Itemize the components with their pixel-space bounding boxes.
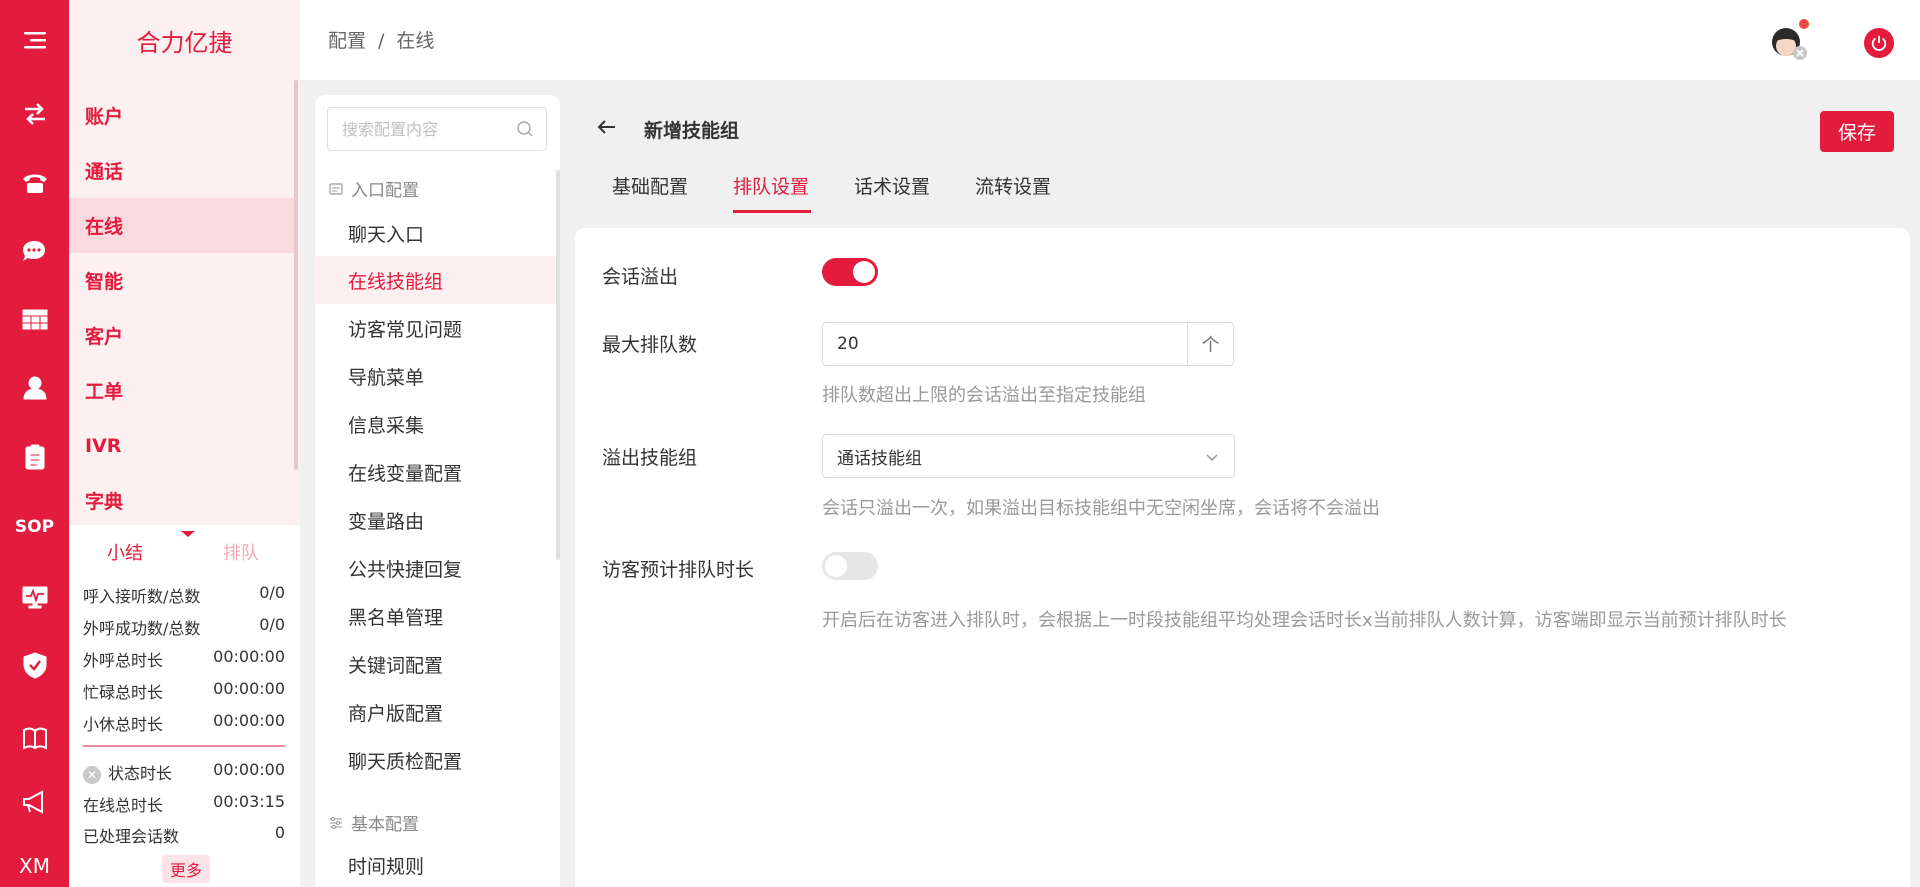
overflow-label: 会话溢出 (602, 266, 679, 288)
stat-row: 小休总时长 00:00:00 (83, 711, 285, 734)
collapse-caret-icon[interactable] (181, 531, 195, 537)
eta-toggle[interactable] (822, 552, 878, 580)
xm-label: XM (19, 854, 50, 878)
config-item-faq[interactable]: 访客常见问题 (315, 304, 555, 352)
save-button[interactable]: 保存 (1820, 111, 1894, 152)
sop-icon[interactable]: SOP (0, 507, 69, 547)
config-item-nav-menu[interactable]: 导航菜单 (315, 352, 555, 400)
page-title: 新增技能组 (644, 120, 740, 142)
stepper-button[interactable]: 个 (1187, 323, 1233, 365)
stat-row: 在线总时长 00:03:15 (83, 792, 285, 815)
stat-row: 呼入接听数/总数 0/0 (83, 583, 285, 606)
nav-item-account[interactable]: 账户 (69, 88, 294, 143)
config-item-chat-qc[interactable]: 聊天质检配置 (315, 736, 555, 784)
config-search[interactable] (327, 107, 547, 151)
nav-item-ivr[interactable]: IVR (69, 418, 294, 473)
chat-icon[interactable] (0, 232, 69, 272)
chevron-down-icon (1204, 449, 1220, 470)
breadcrumb-separator: / (378, 30, 385, 52)
toggle-knob (853, 261, 875, 283)
section-basic-config: 基本配置 (329, 810, 419, 835)
megaphone-icon[interactable] (0, 782, 69, 822)
module-nav: 账户 通话 在线 智能 客户 工单 IVR 字典 (69, 88, 294, 528)
active-tab-indicator (733, 210, 811, 213)
section-entry-config: 入口配置 (329, 176, 419, 201)
agent-avatar[interactable] (1766, 18, 1810, 62)
config-nav-scrollbar[interactable] (556, 170, 560, 560)
breadcrumb-online: 在线 (396, 30, 435, 52)
stat-row: 外呼总时长 00:00:00 (83, 647, 285, 670)
shield-icon[interactable] (0, 645, 69, 685)
config-item-chat-entry[interactable]: 聊天入口 (315, 209, 555, 257)
stat-row: 忙碌总时长 00:00:00 (83, 679, 285, 702)
stats-divider (83, 745, 285, 747)
tab-flow[interactable]: 流转设置 (975, 172, 1051, 199)
stat-row: 已处理会话数 0 (83, 823, 285, 846)
stat-row: ✕ 状态时长 00:00:00 (83, 760, 285, 784)
stat-row: 外呼成功数/总数 0/0 (83, 615, 285, 638)
nav-item-ticket[interactable]: 工单 (69, 363, 294, 418)
eta-label: 访客预计排队时长 (602, 559, 755, 581)
form-card (575, 228, 1910, 887)
config-item-time-rules[interactable]: 时间规则 (315, 841, 555, 887)
nav-item-call[interactable]: 通话 (69, 143, 294, 198)
menu-icon[interactable] (0, 20, 69, 60)
status-x-icon: ✕ (83, 766, 101, 784)
config-item-online-skill-group[interactable]: 在线技能组 (315, 256, 555, 304)
overflow-group-select[interactable]: 通话技能组 (822, 434, 1235, 478)
top-bar (300, 0, 1920, 80)
power-icon[interactable] (1864, 28, 1894, 58)
config-nav: 入口配置 聊天入口 在线技能组 访客常见问题 导航菜单 信息采集 在线变量配置 … (315, 95, 560, 887)
nav-item-smart[interactable]: 智能 (69, 253, 294, 308)
nav-item-dictionary[interactable]: 字典 (69, 473, 294, 528)
user-icon[interactable] (0, 368, 69, 408)
breadcrumb-config[interactable]: 配置 (328, 30, 366, 52)
config-item-blacklist[interactable]: 黑名单管理 (315, 592, 555, 640)
stats-panel: 小结 排队 呼入接听数/总数 0/0 外呼成功数/总数 0/0 外呼总时长 00:00… (69, 525, 300, 887)
clipboard-icon[interactable] (0, 437, 69, 477)
max-queue-label: 最大排队数 (602, 334, 698, 356)
overflow-group-hint: 会话只溢出一次，如果溢出目标技能组中无空闲坐席，会话将不会溢出 (822, 498, 1380, 519)
sop-label: SOP (14, 517, 55, 537)
config-item-var-routing[interactable]: 变量路由 (315, 496, 555, 544)
xm-logo: XM (0, 846, 69, 886)
config-item-quick-reply[interactable]: 公共快捷回复 (315, 544, 555, 592)
grid-icon[interactable] (0, 300, 69, 340)
search-icon[interactable] (516, 120, 534, 142)
eta-hint: 开启后在访客进入排队时，会根据上一时段技能组平均处理会话时长x当前排队人数计算，… (822, 610, 1787, 631)
overflow-group-label: 溢出技能组 (602, 447, 698, 469)
back-arrow-icon[interactable] (596, 116, 618, 142)
max-queue-hint: 排队数超出上限的会话溢出至指定技能组 (822, 385, 1146, 406)
monitor-icon[interactable] (0, 577, 69, 617)
icon-rail: SOP XM (0, 0, 69, 887)
max-queue-input[interactable]: 20 个 (822, 322, 1234, 366)
config-item-online-vars[interactable]: 在线变量配置 (315, 448, 555, 496)
overflow-toggle[interactable] (822, 258, 878, 286)
config-search-input[interactable] (342, 119, 512, 139)
tab-basic[interactable]: 基础配置 (612, 172, 688, 199)
telephone-icon[interactable] (0, 163, 69, 203)
nav-item-online[interactable]: 在线 (69, 198, 294, 253)
basic-config-icon (330, 816, 342, 829)
entry-config-icon (329, 182, 343, 195)
more-button[interactable]: 更多 (162, 855, 210, 883)
tab-script[interactable]: 话术设置 (854, 172, 930, 199)
book-icon[interactable] (0, 718, 69, 758)
max-queue-value[interactable]: 20 (823, 323, 1187, 365)
nav-item-customer[interactable]: 客户 (69, 308, 294, 363)
overflow-group-value: 通话技能组 (837, 448, 922, 469)
toggle-knob (825, 555, 847, 577)
module-nav-scrollbar[interactable] (294, 80, 298, 470)
config-item-keywords[interactable]: 关键词配置 (315, 640, 555, 688)
breadcrumb: 配置 / 在线 (328, 26, 446, 53)
transfer-icon[interactable] (0, 94, 69, 134)
brand-name: 合力亿捷 (69, 0, 300, 80)
tab-queue[interactable]: 排队设置 (733, 172, 809, 199)
stats-tab-queue[interactable]: 排队 (223, 539, 259, 565)
config-item-info-collect[interactable]: 信息采集 (315, 400, 555, 448)
stats-tab-summary[interactable]: 小结 (107, 539, 143, 565)
config-item-merchant[interactable]: 商户版配置 (315, 688, 555, 736)
